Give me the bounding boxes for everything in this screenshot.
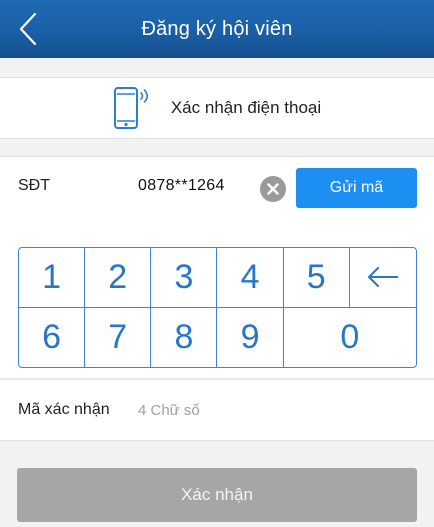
verify-phone-section: Xác nhận điện thoại <box>0 77 434 139</box>
key-9[interactable]: 9 <box>217 307 284 367</box>
smartphone-signal-icon <box>113 85 153 131</box>
chevron-left-icon <box>19 12 37 46</box>
verification-code-input[interactable] <box>138 398 408 422</box>
send-code-button[interactable]: Gửi mã <box>296 168 417 208</box>
verify-phone-label: Xác nhận điện thoại <box>170 98 322 117</box>
close-icon <box>267 183 279 195</box>
key-4[interactable]: 4 <box>217 248 284 308</box>
verification-code-row: Mã xác nhận <box>0 379 434 441</box>
confirm-button[interactable]: Xác nhận <box>17 468 417 522</box>
page-title: Đăng ký hội viên <box>141 17 293 40</box>
phone-number-field[interactable]: 0878**1264 <box>138 177 225 195</box>
key-2[interactable]: 2 <box>85 248 152 308</box>
clear-phone-button[interactable] <box>260 176 286 202</box>
backspace-arrow-icon <box>367 267 398 288</box>
key-5[interactable]: 5 <box>283 248 350 308</box>
key-1[interactable]: 1 <box>19 248 86 308</box>
phone-label: SĐT <box>18 177 50 194</box>
key-6[interactable]: 6 <box>19 307 86 367</box>
numeric-keypad: 1 2 3 4 5 6 7 8 9 0 <box>18 247 417 368</box>
header-bar: Đăng ký hội viên <box>0 0 434 58</box>
key-3[interactable]: 3 <box>151 248 218 308</box>
backspace-key[interactable] <box>349 248 416 308</box>
key-0[interactable]: 0 <box>284 308 416 368</box>
key-8[interactable]: 8 <box>151 307 218 367</box>
back-button[interactable] <box>14 9 42 49</box>
keypad-section: 1 2 3 4 5 6 7 8 9 0 <box>0 217 434 377</box>
key-7[interactable]: 7 <box>85 307 152 367</box>
code-label: Mã xác nhận <box>18 401 110 418</box>
